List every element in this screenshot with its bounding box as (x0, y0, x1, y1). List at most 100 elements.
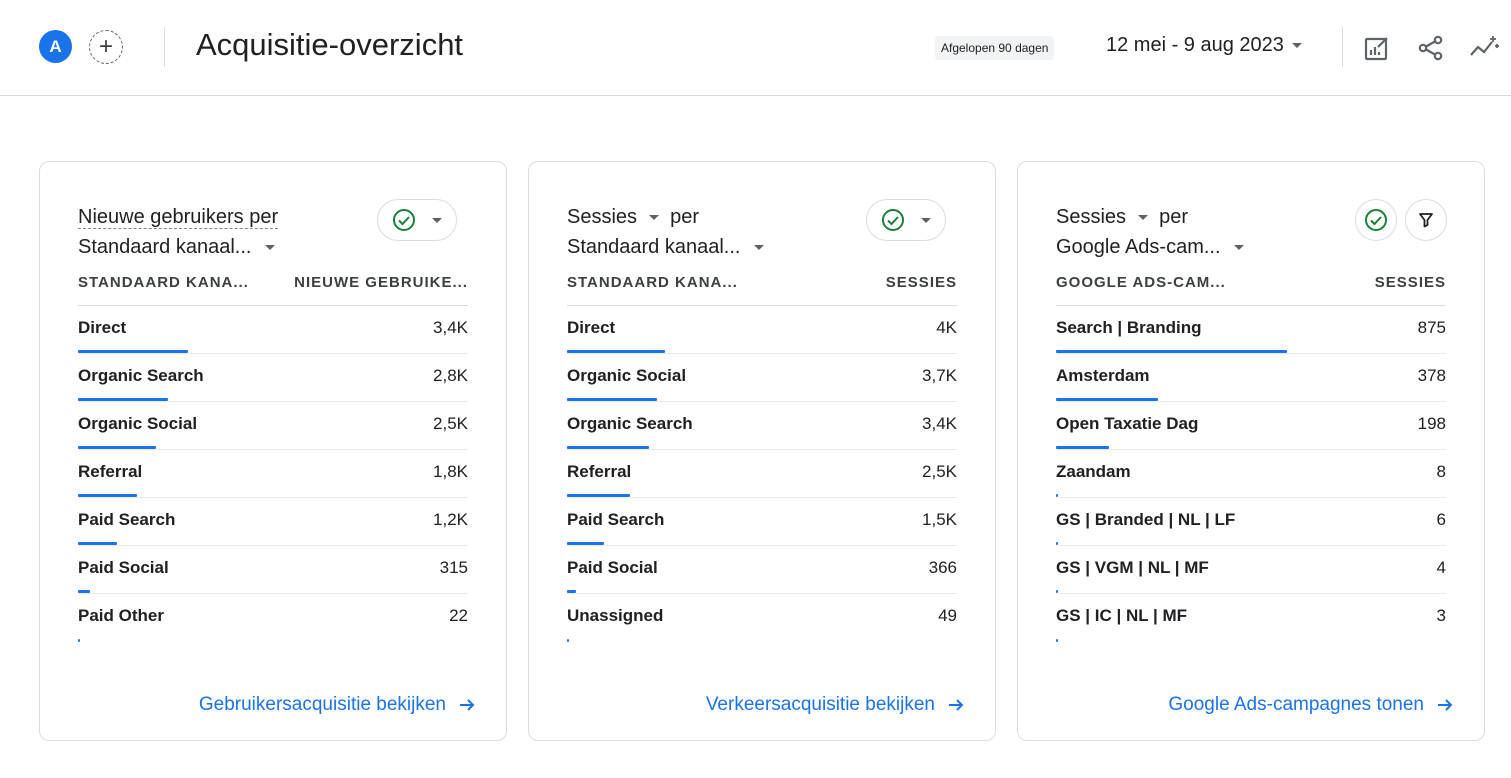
status-check-button[interactable] (1355, 199, 1397, 241)
row-label: Search | Branding (1056, 318, 1202, 337)
table-row: Search | Branding 875 (1056, 306, 1446, 354)
row-value: 8 (1436, 462, 1446, 481)
page-title: Acquisitie-overzicht (196, 27, 464, 62)
row-label: Paid Social (78, 558, 169, 577)
table-row: GS | IC | NL | MF 3 (1056, 594, 1446, 642)
dimension-selector[interactable]: Standaard kanaal... (78, 236, 251, 258)
data-table: Search | Branding 875 Amsterdam 378 Open Tax… (1056, 305, 1446, 642)
value-bar (567, 639, 569, 642)
row-label: Zaandam (1056, 462, 1131, 481)
row-value: 1,5K (922, 510, 957, 529)
value-bar (1056, 542, 1058, 545)
column-header-metric[interactable]: NIEUWE GEBRUIKE... (294, 274, 468, 291)
row-value: 315 (439, 558, 468, 577)
status-dropdown[interactable] (866, 199, 946, 241)
value-bar (567, 542, 605, 545)
value-bar (78, 350, 188, 353)
row-label: Referral (78, 462, 143, 481)
report-header: A + Acquisitie-overzicht Afgelopen 90 da… (0, 0, 1511, 96)
link-label: Gebruikersacquisitie bekijken (198, 694, 446, 715)
metric-selector[interactable]: Nieuwe gebruikers per (78, 206, 279, 229)
row-label: Direct (567, 318, 616, 337)
column-header-metric[interactable]: SESSIES (886, 274, 957, 291)
chevron-down-icon[interactable] (1137, 215, 1148, 221)
row-label: Paid Other (78, 606, 164, 625)
value-bar (78, 398, 169, 401)
card-controls (1355, 199, 1447, 241)
value-bar (1056, 446, 1109, 449)
metric-selector[interactable]: Sessies (1056, 206, 1126, 228)
check-circle-icon (393, 209, 415, 231)
table-row: Open Taxatie Dag 198 (1056, 402, 1446, 450)
row-value: 3,4K (922, 414, 957, 433)
view-user-acquisition-link[interactable]: Gebruikersacquisitie bekijken (199, 694, 476, 716)
title-suffix: per (1159, 206, 1189, 228)
chevron-down-icon[interactable] (1234, 245, 1245, 251)
link-label: Google Ads-campagnes tonen (1168, 694, 1424, 715)
row-label: Paid Social (567, 558, 658, 577)
table-row: Direct 3,4K (78, 306, 468, 354)
row-value: 2,5K (922, 462, 957, 481)
value-bar (567, 446, 650, 449)
column-header-dimension[interactable]: STANDAARD KANA... (78, 274, 249, 291)
column-header-dimension[interactable]: STANDAARD KANA... (567, 274, 738, 291)
table-row: Zaandam 8 (1056, 450, 1446, 498)
row-label: GS | IC | NL | MF (1056, 606, 1188, 625)
row-value: 378 (1417, 366, 1446, 385)
table-row: Organic Social 3,7K (567, 354, 957, 402)
filter-button[interactable] (1405, 199, 1447, 241)
row-value: 22 (449, 606, 468, 625)
row-label: Unassigned (567, 606, 664, 625)
row-label: Paid Search (78, 510, 176, 529)
row-value: 6 (1436, 510, 1446, 529)
divider (1342, 27, 1343, 67)
check-circle-icon (882, 209, 904, 231)
card-controls (377, 199, 457, 241)
row-value: 3 (1436, 606, 1446, 625)
column-header-dimension[interactable]: GOOGLE ADS-CAM... (1056, 274, 1226, 291)
segment-avatar[interactable]: A (39, 30, 72, 63)
row-label: Direct (78, 318, 127, 337)
value-bar (78, 494, 137, 497)
row-value: 3,4K (433, 318, 468, 337)
table-row: Organic Search 2,8K (78, 354, 468, 402)
row-value: 1,8K (433, 462, 468, 481)
row-label: Organic Search (78, 366, 204, 385)
card-controls (866, 199, 946, 241)
dimension-selector[interactable]: Google Ads-cam... (1056, 236, 1221, 258)
card-title[interactable]: Nieuwe gebruikers per Standaard kanaal..… (78, 202, 338, 262)
chevron-down-icon[interactable] (265, 245, 276, 251)
card-title[interactable]: Sessies per Google Ads-cam... (1056, 202, 1316, 262)
card-title[interactable]: Sessies per Standaard kanaal... (567, 202, 827, 262)
value-bar (78, 590, 90, 593)
metric-selector[interactable]: Sessies (567, 206, 637, 228)
date-range-selector[interactable]: 12 mei - 9 aug 2023 (1106, 34, 1302, 57)
card-sessions-google-ads: Sessies per Google Ads-cam... GOOGLE ADS… (1017, 161, 1485, 741)
value-bar (1056, 590, 1058, 593)
card-new-users: Nieuwe gebruikers per Standaard kanaal..… (39, 161, 507, 741)
table-row: Unassigned 49 (567, 594, 957, 642)
period-chip: Afgelopen 90 dagen (935, 36, 1055, 60)
insights-sparkline-icon[interactable] (1466, 30, 1502, 66)
divider (164, 27, 165, 67)
row-label: Organic Social (567, 366, 687, 385)
table-row: Paid Search 1,5K (567, 498, 957, 546)
column-header-metric[interactable]: SESSIES (1375, 274, 1446, 291)
view-traffic-acquisition-link[interactable]: Verkeersacquisitie bekijken (706, 694, 965, 716)
value-bar (567, 350, 665, 353)
data-table: Direct 3,4K Organic Search 2,8K Organic Soci… (78, 305, 468, 642)
edit-report-icon[interactable] (1359, 30, 1395, 66)
value-bar (78, 446, 157, 449)
dimension-selector[interactable]: Standaard kanaal... (567, 236, 740, 258)
table-row: Referral 2,5K (567, 450, 957, 498)
add-comparison-button[interactable]: + (89, 30, 123, 64)
chevron-down-icon[interactable] (754, 245, 765, 251)
share-icon[interactable] (1413, 30, 1449, 66)
value-bar (567, 398, 658, 401)
chevron-down-icon[interactable] (648, 215, 659, 221)
arrow-right-icon (949, 699, 964, 711)
row-value: 3,7K (922, 366, 957, 385)
view-google-ads-campaigns-link[interactable]: Google Ads-campagnes tonen (1168, 694, 1454, 716)
status-dropdown[interactable] (377, 199, 457, 241)
table-row: GS | VGM | NL | MF 4 (1056, 546, 1446, 594)
